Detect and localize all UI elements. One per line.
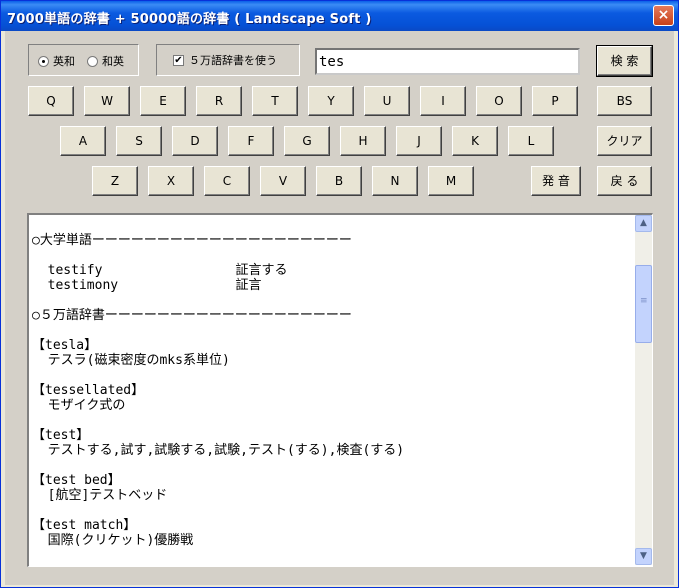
key-d[interactable]: D	[172, 126, 218, 156]
key-t[interactable]: T	[252, 86, 298, 116]
result-line: ○大学単語ーーーーーーーーーーーーーーーーーーーー	[32, 233, 352, 248]
key-v[interactable]: V	[260, 166, 306, 196]
scroll-down-icon[interactable]: ▼	[635, 548, 652, 565]
key-p[interactable]: P	[532, 86, 578, 116]
result-line: 【tessellated】	[32, 383, 145, 398]
dictionary-option-frame: ✔ ５万語辞書を使う	[156, 44, 300, 76]
result-line: テスラ(磁束密度のmks系単位)	[32, 353, 230, 368]
key-f[interactable]: F	[228, 126, 274, 156]
result-line: [航空]テストベッド	[32, 488, 168, 503]
radio-japanese[interactable]: 和英	[87, 53, 124, 69]
results-area[interactable]: ○大学単語ーーーーーーーーーーーーーーーーーーーー testify 証言する t…	[27, 213, 653, 567]
use-50000-dict-label: ５万語辞書を使う	[189, 54, 277, 67]
clear-button[interactable]: クリア	[597, 126, 652, 156]
key-e[interactable]: E	[140, 86, 186, 116]
use-50000-dict-checkbox[interactable]: ✔ ５万語辞書を使う	[173, 52, 277, 68]
key-o[interactable]: O	[476, 86, 522, 116]
radio-english[interactable]: 英和	[38, 53, 75, 69]
backspace-button[interactable]: BS	[597, 86, 652, 116]
scroll-grip-icon: ≡	[640, 296, 648, 306]
vertical-scrollbar[interactable]: ▲ ≡ ▼	[635, 215, 652, 565]
key-m[interactable]: M	[428, 166, 474, 196]
result-line: モザイク式の	[32, 398, 126, 413]
radio-japanese-label: 和英	[102, 55, 124, 68]
pronounce-button[interactable]: 発 音	[531, 166, 581, 196]
title-bar[interactable]: 7000単語の辞書 + 50000語の辞書 ( Landscape Soft )…	[1, 1, 678, 31]
radio-english-label: 英和	[53, 55, 75, 68]
result-line: testify 証言する	[32, 263, 288, 278]
key-y[interactable]: Y	[308, 86, 354, 116]
result-line: 【tesla】	[32, 338, 98, 353]
result-line: テストする,試す,試験する,試験,テスト(する),検査(する)	[32, 443, 405, 458]
scroll-thumb[interactable]: ≡	[635, 265, 652, 343]
key-r[interactable]: R	[196, 86, 242, 116]
key-z[interactable]: Z	[92, 166, 138, 196]
key-u[interactable]: U	[364, 86, 410, 116]
result-line: ○５万語辞書ーーーーーーーーーーーーーーーーーーー	[32, 308, 352, 323]
key-a[interactable]: A	[60, 126, 106, 156]
key-g[interactable]: G	[284, 126, 330, 156]
search-button[interactable]: 検 索	[596, 45, 653, 77]
back-button[interactable]: 戻 る	[597, 166, 652, 196]
result-line: 【test bed】	[32, 473, 121, 488]
key-k[interactable]: K	[452, 126, 498, 156]
key-j[interactable]: J	[396, 126, 442, 156]
close-button[interactable]: ×	[653, 5, 674, 26]
radio-japanese-dot[interactable]	[87, 55, 98, 67]
language-radio-group: 英和 和英	[28, 44, 139, 76]
key-h[interactable]: H	[340, 126, 386, 156]
key-x[interactable]: X	[148, 166, 194, 196]
app-window: 7000単語の辞書 + 50000語の辞書 ( Landscape Soft )…	[0, 0, 679, 588]
key-n[interactable]: N	[372, 166, 418, 196]
window-title: 7000単語の辞書 + 50000語の辞書 ( Landscape Soft )	[7, 12, 372, 27]
result-line: 国際(クリケット)優勝戦	[32, 533, 194, 548]
result-line: testimony 証言	[32, 278, 262, 293]
checkbox-check-icon[interactable]: ✔	[173, 54, 184, 66]
key-i[interactable]: I	[420, 86, 466, 116]
result-line: 【test】	[32, 428, 90, 443]
client-area: 英和 和英 ✔ ５万語辞書を使う 検 索 QWERTYUIOP ASDFGHJKL…	[5, 31, 674, 585]
key-l[interactable]: L	[508, 126, 554, 156]
key-w[interactable]: W	[84, 86, 130, 116]
radio-english-dot[interactable]	[38, 55, 49, 67]
result-line: 【test match】	[32, 518, 137, 533]
results-text: ○大学単語ーーーーーーーーーーーーーーーーーーーー testify 証言する t…	[32, 221, 632, 561]
key-c[interactable]: C	[204, 166, 250, 196]
key-b[interactable]: B	[316, 166, 362, 196]
key-q[interactable]: Q	[28, 86, 74, 116]
key-s[interactable]: S	[116, 126, 162, 156]
scroll-up-icon[interactable]: ▲	[635, 215, 652, 232]
search-input[interactable]	[315, 48, 580, 75]
